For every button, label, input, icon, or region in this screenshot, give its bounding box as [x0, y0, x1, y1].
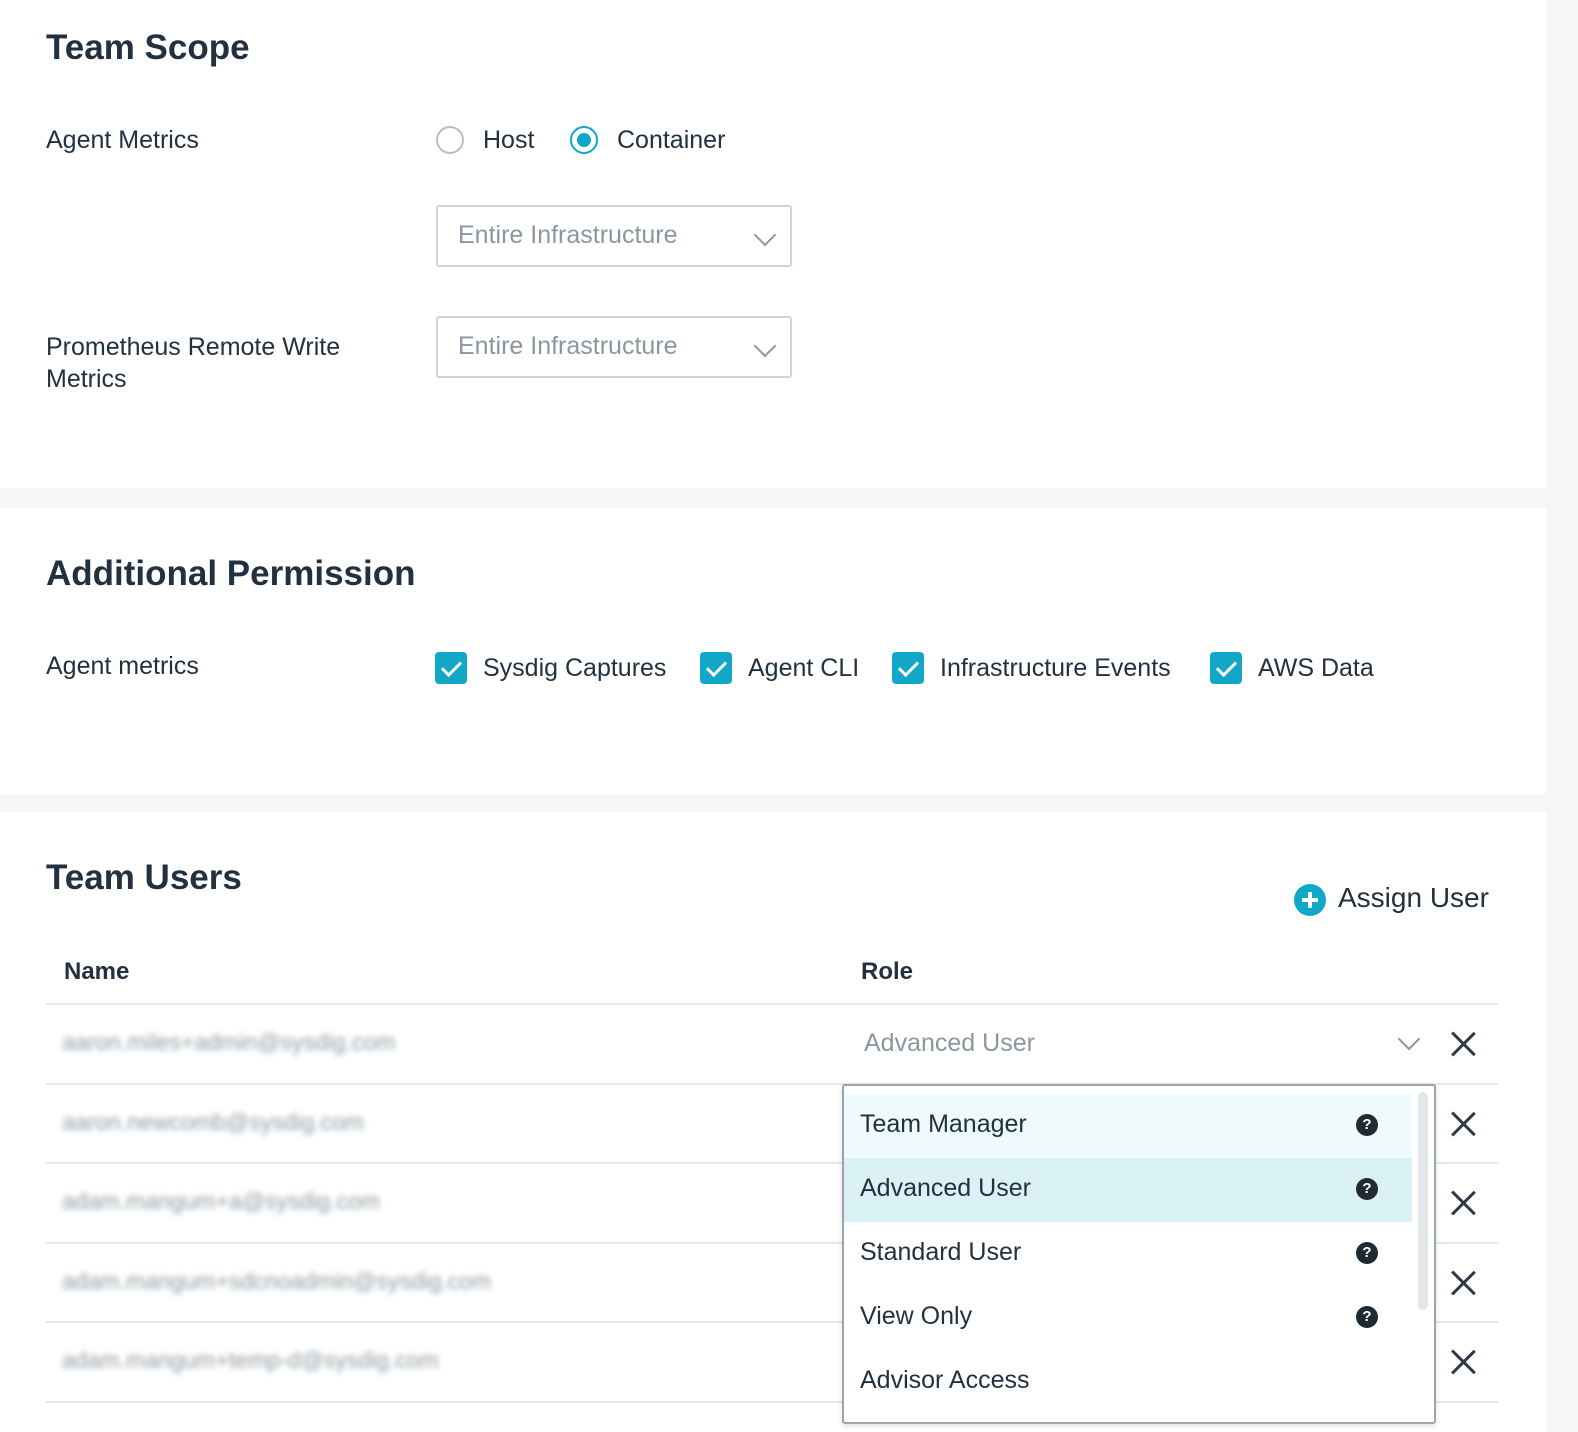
help-icon[interactable]: ?: [1356, 1306, 1378, 1328]
agent-cli-label[interactable]: Agent CLI: [748, 652, 859, 684]
table-row: aaron.miles+admin@sysdig.com Advanced Us…: [46, 1003, 1498, 1084]
agent-scope-select[interactable]: Entire Infrastructure: [436, 205, 792, 267]
agent-cli-checkbox[interactable]: [700, 652, 732, 684]
aws-data-checkbox[interactable]: [1210, 652, 1242, 684]
team-users-title: Team Users: [46, 858, 242, 897]
role-option-label: Advanced User: [860, 1174, 1031, 1202]
role-select-value[interactable]: Advanced User: [864, 1029, 1035, 1058]
assign-user-label: Assign User: [1338, 882, 1489, 913]
container-radio[interactable]: [570, 126, 598, 154]
team-scope-title: Team Scope: [46, 28, 250, 67]
agent-scope-value: Entire Infrastructure: [458, 221, 678, 249]
column-header-role: Role: [861, 958, 914, 985]
infrastructure-events-label[interactable]: Infrastructure Events: [940, 652, 1171, 684]
chevron-down-icon: [753, 334, 777, 358]
sysdig-captures-checkbox[interactable]: [435, 652, 467, 684]
role-option-standard-user[interactable]: Standard User ?: [844, 1222, 1412, 1286]
close-icon[interactable]: [1450, 1349, 1476, 1375]
sysdig-captures-label[interactable]: Sysdig Captures: [483, 652, 666, 684]
user-name: aaron.newcomb@sysdig.com: [62, 1109, 365, 1135]
additional-permission-title: Additional Permission: [46, 554, 416, 593]
role-option-view-only[interactable]: View Only ?: [844, 1286, 1412, 1350]
role-option-label: View Only: [860, 1302, 973, 1330]
help-icon[interactable]: ?: [1356, 1178, 1378, 1200]
role-option-label: Standard User: [860, 1238, 1022, 1266]
team-scope-panel: Team Scope Agent Metrics Host Container …: [0, 0, 1546, 488]
chevron-down-icon[interactable]: [1397, 1027, 1421, 1051]
infrastructure-events-checkbox[interactable]: [892, 652, 924, 684]
role-option-team-manager[interactable]: Team Manager ?: [844, 1094, 1412, 1158]
user-name: adam.mangum+temp-d@sysdig.com: [62, 1347, 439, 1373]
role-option-advanced-user[interactable]: Advanced User ?: [844, 1158, 1412, 1222]
agent-metrics-label: Agent Metrics: [46, 126, 199, 154]
prometheus-scope-select[interactable]: Entire Infrastructure: [436, 316, 792, 378]
user-name: aaron.miles+admin@sysdig.com: [62, 1029, 396, 1055]
host-radio[interactable]: [436, 126, 464, 154]
prometheus-label: Prometheus Remote Write Metrics: [46, 333, 341, 393]
additional-permission-panel: Additional Permission Agent metrics Sysd…: [0, 508, 1546, 794]
aws-data-label[interactable]: AWS Data: [1258, 652, 1374, 684]
help-icon[interactable]: ?: [1356, 1114, 1378, 1136]
container-radio-label[interactable]: Container: [617, 125, 725, 155]
plus-circle-icon: [1294, 884, 1326, 916]
help-icon[interactable]: ?: [1356, 1242, 1378, 1264]
dropdown-scrollbar[interactable]: [1418, 1092, 1428, 1310]
close-icon[interactable]: [1450, 1111, 1476, 1137]
role-option-advisor-access[interactable]: Advisor Access: [844, 1350, 1412, 1414]
role-option-label: Team Manager: [860, 1110, 1027, 1138]
close-icon[interactable]: [1450, 1270, 1476, 1296]
chevron-down-icon: [753, 223, 777, 247]
user-name: adam.mangum+sdcnoadmin@sysdig.com: [62, 1268, 492, 1294]
role-option-label: Advisor Access: [860, 1366, 1030, 1394]
close-icon[interactable]: [1450, 1190, 1476, 1216]
host-radio-label[interactable]: Host: [483, 125, 534, 155]
permission-agent-metrics-label: Agent metrics: [46, 652, 199, 680]
role-dropdown-menu[interactable]: Team Manager ? Advanced User ? Standard …: [842, 1084, 1436, 1424]
prometheus-scope-value: Entire Infrastructure: [458, 332, 678, 360]
column-header-name: Name: [64, 958, 130, 985]
user-name: adam.mangum+a@sysdig.com: [62, 1188, 381, 1214]
close-icon[interactable]: [1450, 1031, 1476, 1057]
